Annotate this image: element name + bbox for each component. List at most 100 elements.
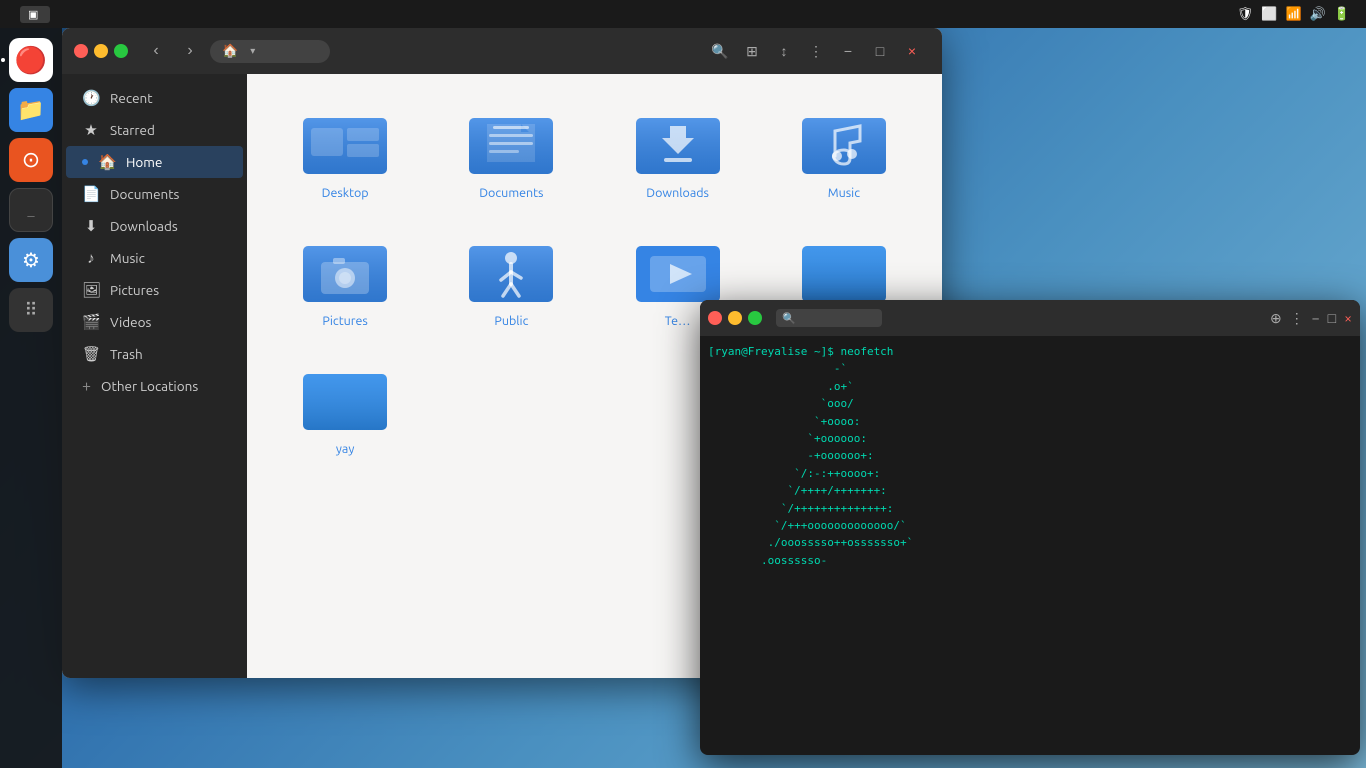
wifi-icon: 📶 [1285, 7, 1301, 22]
sidebar-item-downloads[interactable]: ⬇ Downloads [66, 210, 243, 242]
desktop-folder-label: Desktop [322, 186, 369, 200]
search-icon: 🔍 [782, 312, 796, 325]
terminal-menu-icon[interactable]: ⋮ [1290, 310, 1304, 327]
settings-icon: ⚙ [22, 248, 40, 272]
dock-item-grid[interactable]: ⠿ [9, 288, 53, 332]
sidebar-item-label-pictures: Pictures [110, 282, 159, 298]
sidebar-item-label-home: Home [126, 154, 162, 170]
fm-minimize-button[interactable] [94, 44, 108, 58]
starred-icon: ★ [82, 121, 100, 139]
dock-item-settings[interactable]: ⚙ [9, 238, 53, 282]
terminal-add-icon[interactable]: ⊕ [1270, 310, 1282, 327]
terminal-taskbar-item[interactable]: ▣ [20, 6, 50, 23]
videos-sidebar-icon: 🎬 [82, 313, 100, 331]
yay-folder-icon [301, 362, 389, 434]
fm-sidebar: 🕐 Recent ★ Starred 🏠 Home 📄 Documents ⬇ … [62, 74, 247, 678]
desktop-folder-icon [301, 106, 389, 178]
neofetch-art: [ryan@Freyalise ~]$ neofetch -` .o+` `oo… [708, 345, 913, 567]
terminal-search-box[interactable]: 🔍 [776, 309, 882, 327]
add-location-icon: + [82, 377, 91, 395]
sidebar-item-starred[interactable]: ★ Starred [66, 114, 243, 146]
documents-folder-icon [467, 106, 555, 178]
sidebar-item-label-other: Other Locations [101, 378, 198, 394]
public-folder-icon [467, 234, 555, 306]
volume-icon: 🔊 [1310, 7, 1326, 22]
sidebar-item-label-trash: Trash [110, 346, 143, 362]
folder-item-desktop[interactable]: Desktop [267, 94, 423, 212]
dock: 🔴 📁 ⊙ _ ⚙ ⠿ [0, 28, 62, 768]
grid-icon: ⠿ [24, 300, 37, 321]
folder-item-public[interactable]: Public [433, 222, 589, 340]
folder-item-music[interactable]: Music [766, 94, 922, 212]
dock-item-app2[interactable]: ⊙ [9, 138, 53, 182]
downloads-folder-icon [634, 106, 722, 178]
dock-item-chrome[interactable]: 🔴 [9, 38, 53, 82]
virtualbox-folder-icon [800, 234, 888, 306]
fm-window-maximize-button[interactable]: □ [866, 37, 894, 65]
terminal-maximize-button[interactable] [748, 311, 762, 325]
screenshot-icon: ⬜ [1261, 7, 1277, 22]
terminal-window-max-icon[interactable]: □ [1328, 310, 1336, 326]
fm-window-close-button[interactable]: × [898, 37, 926, 65]
sidebar-item-music[interactable]: ♪ Music [66, 242, 243, 274]
terminal-body: [ryan@Freyalise ~]$ neofetch -` .o+` `oo… [700, 336, 1360, 755]
folder-item-yay[interactable]: yay [267, 350, 423, 468]
terminal-toolbar-icons: ⊕ ⋮ − □ × [1270, 310, 1352, 327]
downloads-sidebar-icon: ⬇ [82, 217, 100, 235]
battery-icon: 🔋 [1334, 7, 1350, 22]
sidebar-item-label-recent: Recent [110, 90, 153, 106]
yay-folder-label: yay [336, 442, 354, 456]
fm-window-minimize-button[interactable]: − [834, 37, 862, 65]
fm-forward-button[interactable]: › [176, 37, 204, 65]
home-icon: 🏠 [222, 44, 238, 59]
dock-item-files[interactable]: 📁 [9, 88, 53, 132]
fm-back-button[interactable]: ‹ [142, 37, 170, 65]
music-folder-icon [800, 106, 888, 178]
folder-item-documents[interactable]: Documents [433, 94, 589, 212]
shield-icon: 🛡 [1237, 7, 1254, 22]
music-sidebar-icon: ♪ [82, 249, 100, 267]
terminal-minimize-button[interactable] [728, 311, 742, 325]
files-icon: 📁 [17, 97, 44, 123]
sidebar-item-recent[interactable]: 🕐 Recent [66, 82, 243, 114]
recent-icon: 🕐 [82, 89, 100, 107]
fm-location-bar[interactable]: 🏠 ▾ [210, 40, 330, 63]
fm-sort-button[interactable]: ↕ [770, 37, 798, 65]
fm-close-button[interactable] [74, 44, 88, 58]
pictures-folder-label: Pictures [322, 314, 367, 328]
fm-view-button[interactable]: ⊞ [738, 37, 766, 65]
terminal-dock-icon: _ [27, 203, 34, 217]
terminal-close-button[interactable] [708, 311, 722, 325]
templates-folder-label: Te… [665, 314, 691, 328]
terminal-window-close-icon[interactable]: × [1344, 310, 1352, 326]
sidebar-item-trash[interactable]: 🗑 Trash [66, 338, 243, 370]
terminal-search-input[interactable] [796, 311, 876, 325]
home-sidebar-icon: 🏠 [98, 153, 116, 171]
dock-item-terminal[interactable]: _ [9, 188, 53, 232]
location-dropdown-icon: ▾ [250, 45, 255, 57]
terminal-icon: ▣ [28, 8, 38, 21]
sidebar-item-home[interactable]: 🏠 Home [66, 146, 243, 178]
sidebar-item-videos[interactable]: 🎬 Videos [66, 306, 243, 338]
documents-folder-label: Documents [479, 186, 543, 200]
sidebar-item-label-downloads: Downloads [110, 218, 178, 234]
fm-search-button[interactable]: 🔍 [706, 37, 734, 65]
terminal-titlebar: 🔍 ⊕ ⋮ − □ × [700, 300, 1360, 336]
music-folder-label: Music [828, 186, 860, 200]
fm-toolbar-icons: 🔍 ⊞ ↕ ⋮ − □ × [706, 37, 926, 65]
pictures-folder-icon [301, 234, 389, 306]
terminal-window-min-icon[interactable]: − [1312, 310, 1320, 326]
folder-item-downloads[interactable]: Downloads [600, 94, 756, 212]
terminal-neofetch-art: [ryan@Freyalise ~]$ neofetch -` .o+` `oo… [708, 344, 988, 747]
templates-folder-icon [634, 234, 722, 306]
chrome-icon: 🔴 [15, 45, 47, 76]
folder-item-pictures[interactable]: Pictures [267, 222, 423, 340]
sidebar-item-pictures[interactable]: 🖼 Pictures [66, 274, 243, 306]
active-dot [82, 159, 88, 165]
sidebar-item-label-videos: Videos [110, 314, 151, 330]
app2-icon: ⊙ [22, 147, 40, 173]
sidebar-item-other-locations[interactable]: + Other Locations [66, 370, 243, 402]
sidebar-item-documents[interactable]: 📄 Documents [66, 178, 243, 210]
fm-menu-button[interactable]: ⋮ [802, 37, 830, 65]
fm-maximize-button[interactable] [114, 44, 128, 58]
